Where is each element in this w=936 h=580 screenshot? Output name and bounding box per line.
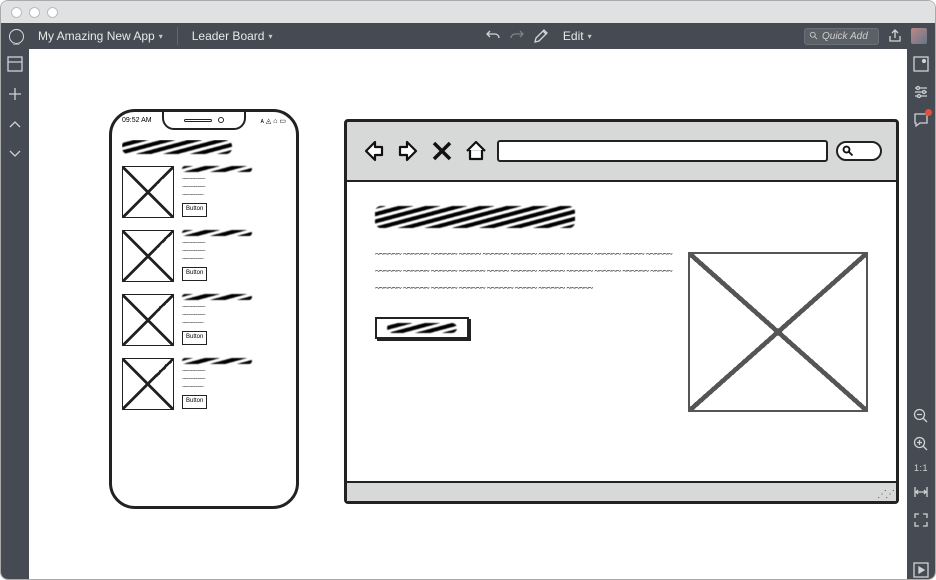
edit-label: Edit	[563, 29, 584, 43]
chevron-down-icon: ▾	[268, 32, 272, 41]
item-button[interactable]: Button	[182, 203, 207, 217]
home-icon[interactable]	[463, 138, 489, 164]
app-window: My Amazing New App ▾ Leader Board ▾ Edit…	[0, 0, 936, 580]
pencil-icon	[533, 28, 549, 44]
phone-status-icons: ᴀ ◬ ⌂ ▭	[260, 117, 286, 125]
share-button[interactable]	[887, 28, 903, 44]
redo-button[interactable]	[509, 28, 525, 44]
browser-page: ~~~~~~ ~~~~~~ ~~~~~~ ~~~~~ ~~~~~~ ~~~~~~…	[347, 182, 896, 483]
fullscreen-button[interactable]	[912, 511, 930, 529]
left-sidebar	[1, 49, 29, 579]
item-button[interactable]: Button	[182, 267, 207, 281]
browser-chrome	[347, 122, 896, 182]
item-button[interactable]: Button	[182, 331, 207, 345]
canvas-viewport: 09:52 AM ᴀ ◬ ⌂ ▭ ~~~~ ~~~~ ~~~~~~~~~~ ~~…	[29, 49, 907, 579]
close-window-icon[interactable]	[11, 7, 22, 18]
project-dropdown[interactable]: My Amazing New App ▾	[32, 27, 169, 45]
search-icon	[809, 31, 819, 41]
list-item-text: ~~~~ ~~~~ ~~~~~~~~~~ ~~~~ ~~~~~~~~ ~~~ ~…	[182, 166, 286, 218]
add-button[interactable]	[6, 85, 24, 103]
list-item: ~~~~ ~~~~ ~~~~~~~~~~ ~~~~ ~~~~~~~~ ~~~ ~…	[122, 294, 286, 346]
forward-arrow-icon[interactable]	[395, 138, 421, 164]
heading-placeholder	[122, 140, 232, 154]
chevron-down-icon: ▾	[159, 32, 163, 41]
collapse-down-button[interactable]	[6, 145, 24, 163]
phone-mockup[interactable]: 09:52 AM ᴀ ◬ ⌂ ▭ ~~~~ ~~~~ ~~~~~~~~~~ ~~…	[109, 109, 299, 509]
url-input[interactable]	[497, 140, 828, 162]
maximize-window-icon[interactable]	[47, 7, 58, 18]
stop-x-icon[interactable]	[429, 138, 455, 164]
zoom-actual-button[interactable]: 1:1	[914, 463, 928, 473]
page-heading-placeholder	[375, 206, 575, 228]
list-item: ~~~~ ~~~~ ~~~~~~~~~~ ~~~~ ~~~~~~~~ ~~~ ~…	[122, 230, 286, 282]
minimize-window-icon[interactable]	[29, 7, 40, 18]
paragraph-placeholder: ~~~~~~ ~~~~~~ ~~~~~~ ~~~~~ ~~~~~~ ~~~~~~…	[375, 246, 675, 297]
image-placeholder-icon	[122, 358, 174, 410]
play-presentation-button[interactable]	[912, 561, 930, 579]
undo-button[interactable]	[485, 28, 501, 44]
project-name: My Amazing New App	[38, 29, 155, 43]
quick-add-input[interactable]: Quick Add	[804, 28, 879, 45]
image-placeholder-icon	[122, 294, 174, 346]
edit-dropdown[interactable]: Edit ▾	[557, 27, 598, 45]
quick-add-placeholder: Quick Add	[822, 31, 868, 42]
collapse-up-button[interactable]	[6, 115, 24, 133]
list-item: ~~~~ ~~~~ ~~~~~~~~~~ ~~~~ ~~~~~~~~ ~~~ ~…	[122, 358, 286, 410]
resize-handle-icon[interactable]: ⋰⋰	[877, 489, 893, 500]
phone-statusbar: 09:52 AM ᴀ ◬ ⌂ ▭	[122, 117, 286, 125]
page-dropdown[interactable]: Leader Board ▾	[186, 27, 279, 45]
list-item-text: ~~~~ ~~~~ ~~~~~~~~~~ ~~~~ ~~~~~~~~ ~~~ ~…	[182, 230, 286, 282]
back-arrow-icon[interactable]	[361, 138, 387, 164]
fit-width-button[interactable]	[912, 483, 930, 501]
settings-sliders-button[interactable]	[912, 83, 930, 101]
search-icon	[842, 145, 854, 157]
item-button[interactable]: Button	[182, 395, 207, 409]
notification-dot-icon	[925, 109, 932, 116]
list-item-text: ~~~~ ~~~~ ~~~~~~~~~~ ~~~~ ~~~~~~~~ ~~~ ~…	[182, 358, 286, 410]
right-sidebar: 1:1	[907, 49, 935, 579]
chevron-down-icon: ▾	[588, 32, 592, 41]
properties-panel-button[interactable]	[912, 55, 930, 73]
search-pill[interactable]	[836, 141, 882, 161]
browser-statusbar: ⋰⋰	[347, 483, 896, 501]
separator	[177, 27, 178, 45]
cta-button[interactable]	[375, 317, 469, 339]
list-item: ~~~~ ~~~~ ~~~~~~~~~~ ~~~~ ~~~~~~~~ ~~~ ~…	[122, 166, 286, 218]
phone-time: 09:52 AM	[122, 117, 152, 125]
canvas-scroll[interactable]: 09:52 AM ᴀ ◬ ⌂ ▭ ~~~~ ~~~~ ~~~~~~~~~~ ~~…	[29, 49, 907, 579]
user-avatar[interactable]	[911, 28, 927, 44]
button-label-placeholder	[387, 323, 457, 333]
comments-button[interactable]	[912, 111, 930, 129]
top-toolbar: My Amazing New App ▾ Leader Board ▾ Edit…	[1, 23, 935, 49]
image-placeholder-icon	[122, 166, 174, 218]
pages-panel-button[interactable]	[6, 55, 24, 73]
titlebar	[1, 1, 935, 23]
workspace: 09:52 AM ᴀ ◬ ⌂ ▭ ~~~~ ~~~~ ~~~~~~~~~~ ~~…	[1, 49, 935, 579]
zoom-in-button[interactable]	[912, 435, 930, 453]
image-placeholder-icon	[122, 230, 174, 282]
image-placeholder-icon	[688, 252, 868, 412]
list-item-text: ~~~~ ~~~~ ~~~~~~~~~~ ~~~~ ~~~~~~~~ ~~~ ~…	[182, 294, 286, 346]
browser-mockup[interactable]: ~~~~~~ ~~~~~~ ~~~~~~ ~~~~~ ~~~~~~ ~~~~~~…	[344, 119, 899, 504]
app-logo-icon[interactable]	[9, 29, 24, 44]
page-name: Leader Board	[192, 29, 265, 43]
zoom-out-button[interactable]	[912, 407, 930, 425]
